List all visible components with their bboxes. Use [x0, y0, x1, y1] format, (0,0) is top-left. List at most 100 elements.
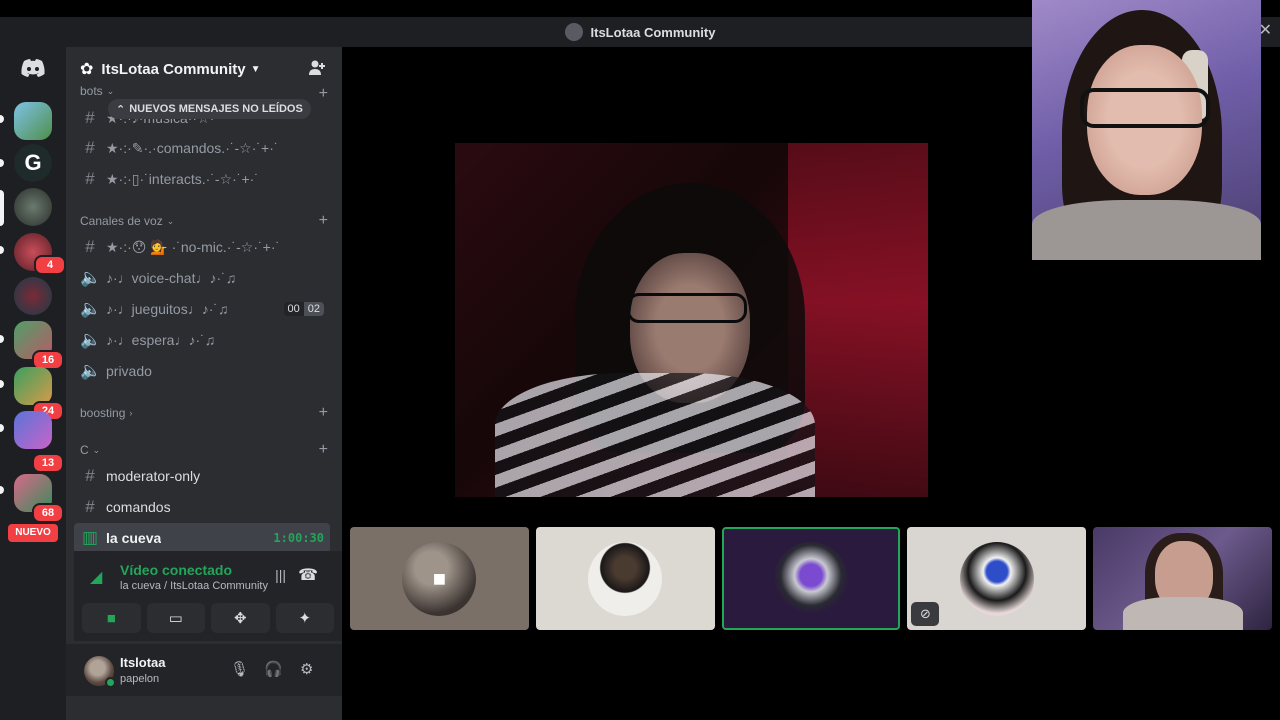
voice-status-label[interactable]: Vídeo conectado — [120, 562, 232, 578]
unread-indicator — [0, 335, 4, 343]
create-channel-icon[interactable]: + — [319, 213, 328, 229]
participant-tiles: ■ ⊘ — [350, 527, 1272, 630]
server-folder-3[interactable] — [14, 411, 52, 449]
channel-comandos[interactable]: # comandos — [74, 492, 330, 522]
channel-label: ♪·♩jueguitos♩♪·˙♫ — [106, 301, 229, 317]
username[interactable]: Itslotaa — [120, 655, 166, 670]
share-screen-button[interactable]: ▭ — [146, 603, 205, 633]
participant-tile[interactable]: ■ — [350, 527, 529, 630]
speaker-icon: 🔈 — [80, 299, 102, 318]
mention-badge: 4 — [34, 255, 66, 275]
streamer-shirt — [1032, 200, 1261, 260]
channel-voice-chat[interactable]: 🔈 ♪·♩voice-chat♩♪·˙♫ — [74, 263, 330, 293]
user-limit-counter: 00 02 — [283, 302, 324, 316]
screen-share-icon: ▭ — [168, 610, 183, 627]
category-voice[interactable]: Canales de voz ⌄ — [80, 214, 174, 228]
chevron-down-icon: ⌄ — [92, 444, 101, 455]
server-folder-2[interactable] — [14, 367, 52, 405]
text-channel-icon: # — [85, 466, 95, 485]
participant-tile-speaking[interactable] — [721, 527, 901, 630]
signal-icon[interactable]: ◢ — [90, 567, 102, 587]
unread-indicator — [0, 246, 4, 254]
selected-indicator — [0, 190, 4, 226]
avatar[interactable] — [84, 656, 116, 688]
create-channel-icon[interactable]: + — [319, 442, 328, 458]
channel-label: comandos — [106, 499, 171, 515]
text-channel-icon: # — [85, 497, 95, 516]
user-limit: 02 — [303, 302, 324, 316]
channel-label: ♪·♩voice-chat♩♪·˙♫ — [106, 270, 237, 286]
participant-tile-video[interactable] — [1093, 527, 1272, 630]
disconnect-icon[interactable]: ☎ — [298, 565, 318, 585]
channel-jueguitos[interactable]: 🔈 ♪·♩jueguitos♩♪·˙♫ 00 02 — [74, 294, 330, 324]
unread-indicator — [0, 486, 4, 494]
user-count: 00 — [283, 302, 304, 316]
channel-la-cueva[interactable]: ▥ la cueva 1:00:30 — [74, 523, 330, 553]
channel-label: ★·:·😯 💁 ·˙no-mic.·˙-☆·˙+·˙ — [106, 238, 281, 255]
category-bots[interactable]: bots ⌄ — [80, 84, 114, 98]
participant-tile[interactable]: ⊘ — [907, 527, 1087, 630]
text-channel-icon: # — [85, 169, 95, 188]
server-icon-1[interactable] — [14, 102, 52, 140]
mention-badge: 68 — [32, 503, 64, 523]
new-unread-messages-banner[interactable]: ⌃ NUEVOS MENSAJES NO LEÍDOS — [108, 99, 311, 119]
chevron-down-icon: ▼ — [250, 63, 261, 75]
activities-icon: ✥ — [233, 610, 247, 627]
channel-interacts[interactable]: # ★·:·▯·˙interacts.·˙-☆·˙+·˙ — [74, 164, 330, 194]
headphones-icon[interactable]: 🎧 — [264, 660, 283, 678]
category-boosting[interactable]: boosting › — [80, 406, 132, 420]
speaker-icon: 🔈 — [80, 361, 102, 380]
server-icon — [564, 23, 583, 41]
voice-connection-panel: ◢ Vídeo conectado la cueva / ItsLotaa Co… — [74, 551, 342, 641]
activities-button[interactable]: ✥ — [211, 603, 270, 633]
soundboard-icon: ✦ — [298, 610, 312, 627]
custom-status[interactable]: papelon — [120, 673, 159, 685]
video-off-icon: ⊘ — [911, 602, 940, 626]
invite-people-icon[interactable] — [308, 59, 326, 82]
participant-tile[interactable] — [535, 527, 715, 630]
camera-icon: ■ — [106, 609, 116, 627]
chevron-down-icon: ⌄ — [166, 215, 175, 226]
text-channel-icon: # — [85, 108, 95, 127]
new-unreads-badge[interactable]: NUEVO — [8, 524, 58, 542]
discord-home-icon[interactable] — [16, 55, 50, 81]
gear-icon[interactable]: ⚙ — [300, 660, 313, 678]
soundboard-button[interactable]: ✦ — [275, 603, 334, 633]
channel-no-mic[interactable]: # ★·:·😯 💁 ·˙no-mic.·˙-☆·˙+·˙ — [74, 232, 330, 262]
server-icon-2[interactable]: G — [14, 144, 52, 182]
camera-button[interactable]: ■ — [82, 603, 141, 633]
channel-comandos-bots[interactable]: # ★·:·✎·.·comandos.·˙-☆·˙+·˙ — [74, 133, 330, 163]
voice-status: ◢ Vídeo conectado la cueva / ItsLotaa Co… — [74, 551, 342, 599]
chevron-down-icon: ⌄ — [106, 85, 115, 96]
focused-video-stream[interactable] — [455, 143, 928, 497]
create-channel-icon[interactable]: + — [319, 405, 328, 421]
active-voice-icon: ▥ — [81, 528, 99, 547]
microphone-icon[interactable]: 🎙 — [230, 660, 249, 678]
speaker-icon: 🔈 — [80, 268, 102, 287]
channel-label: ★·:·▯·˙interacts.·˙-☆·˙+·˙ — [106, 170, 259, 187]
chevron-up-icon: ⌃ — [116, 103, 126, 116]
category-label: Canales de voz — [80, 214, 163, 228]
server-icon-3[interactable] — [14, 188, 52, 226]
server-icon-5[interactable] — [14, 277, 52, 315]
call-timer: 1:00:30 — [273, 531, 324, 545]
channel-espera[interactable]: 🔈 ♪·♩espera♩♪·˙♫ — [74, 325, 330, 355]
channel-privado[interactable]: 🔈 privado — [74, 356, 330, 386]
chevron-right-icon: › — [129, 408, 133, 418]
channel-label: ♪·♩espera♩♪·˙♫ — [106, 332, 216, 348]
noise-suppression-icon[interactable]: ||| — [275, 567, 286, 583]
channel-moderator-only[interactable]: # moderator-only — [74, 461, 330, 491]
close-icon[interactable]: ✕ — [1259, 23, 1272, 39]
server-settings-icon: ✿ — [80, 61, 94, 78]
participant-shirt — [495, 373, 815, 497]
streamer-webcam-overlay — [1032, 0, 1261, 260]
voice-location[interactable]: la cueva / ItsLotaa Community — [120, 580, 268, 592]
unread-indicator — [0, 380, 4, 388]
category-c[interactable]: C ⌄ — [80, 443, 100, 457]
text-channel-icon: # — [85, 138, 95, 157]
create-channel-icon[interactable]: + — [319, 86, 328, 102]
unread-indicator — [0, 424, 4, 432]
voice-actions: ■ ▭ ✥ ✦ — [82, 603, 334, 633]
participant-shirt — [1123, 597, 1244, 630]
server-name: ItsLotaa Community — [101, 60, 246, 78]
